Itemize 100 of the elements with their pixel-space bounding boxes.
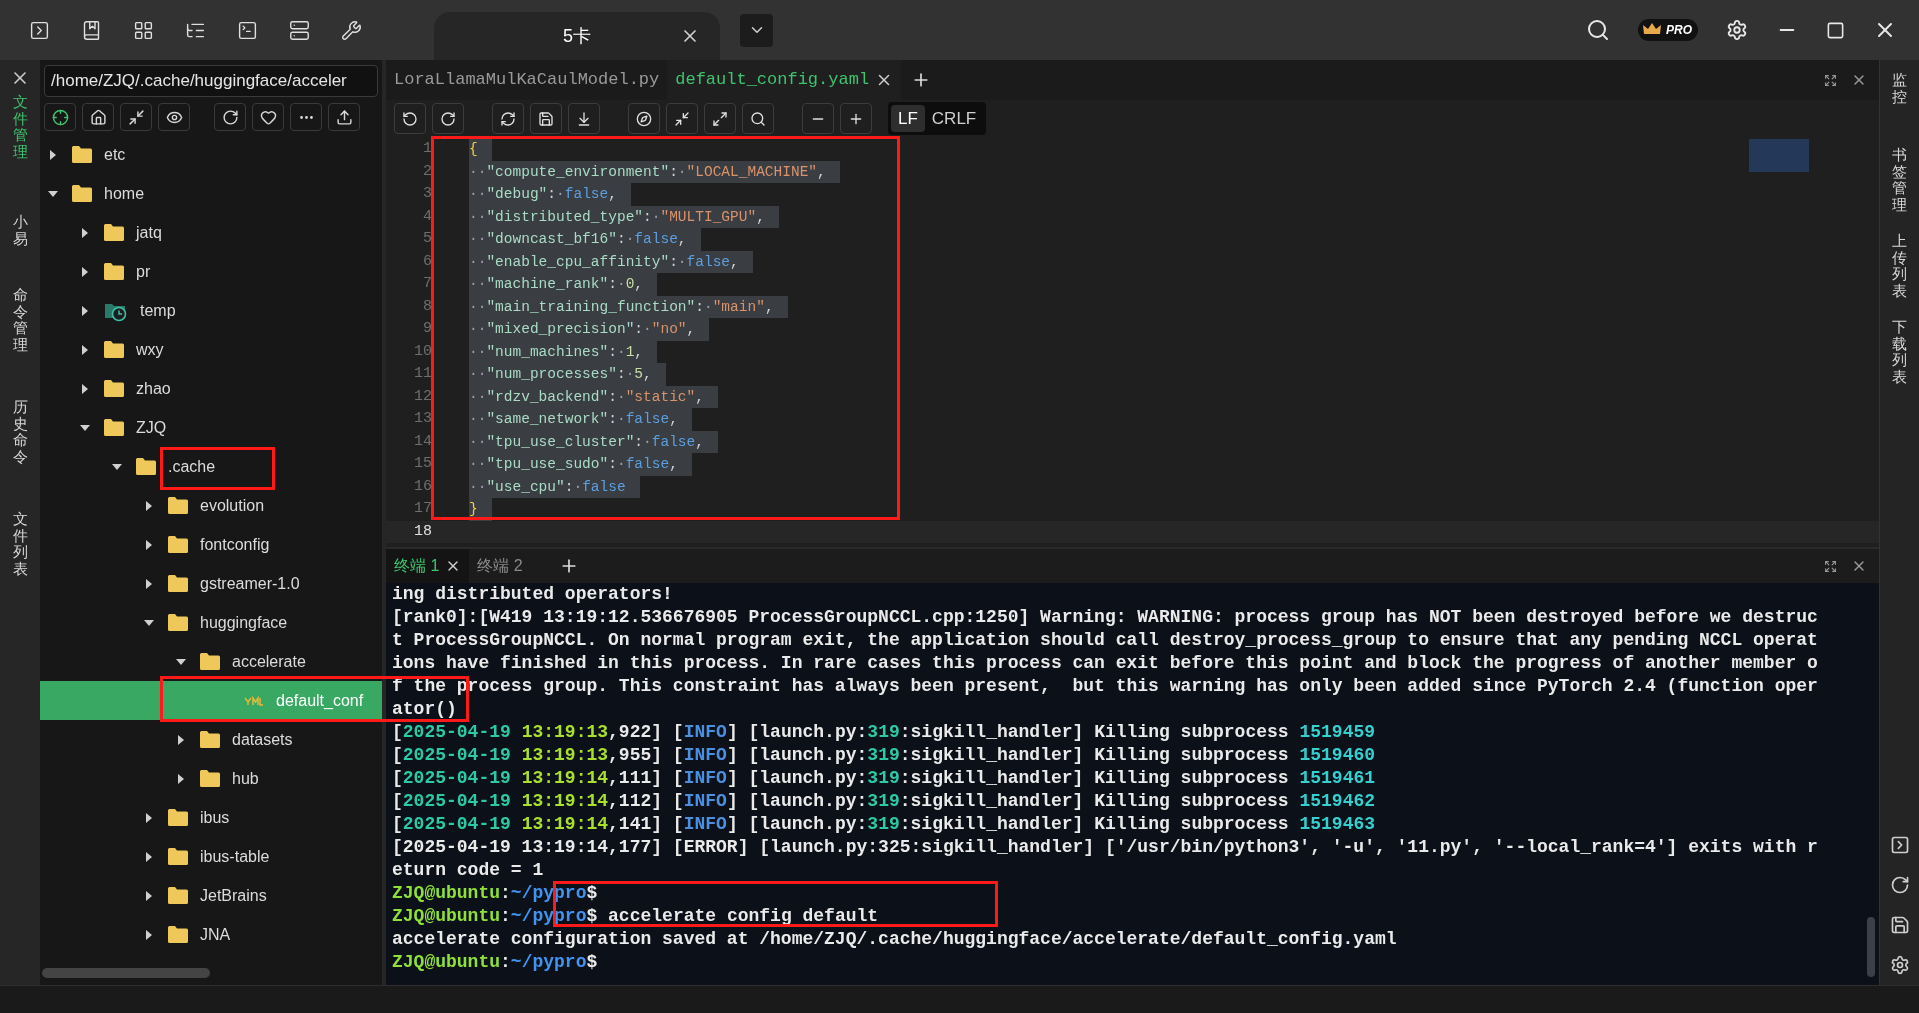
caret-right-icon[interactable] (144, 929, 154, 940)
shrink-button[interactable] (120, 103, 152, 131)
session-tab[interactable]: 5卡 (434, 12, 720, 60)
download-button[interactable] (568, 103, 600, 134)
refresh-button[interactable] (214, 103, 246, 131)
target-icon[interactable] (51, 108, 69, 126)
wrench-icon[interactable] (341, 19, 362, 41)
caret-down-icon[interactable] (176, 656, 186, 667)
enlarge-button[interactable] (704, 103, 736, 134)
caret-down-icon[interactable] (80, 422, 90, 433)
path-field[interactable]: /home/ZJQ/.cache/huggingface/acceler (44, 65, 378, 97)
book-icon[interactable] (81, 19, 102, 41)
more-button[interactable] (290, 103, 322, 131)
target-button[interactable] (44, 103, 76, 131)
tree-item[interactable]: ZJQ (40, 408, 382, 447)
tree-item[interactable]: accelerate (40, 642, 382, 681)
caret-right-icon[interactable] (80, 383, 90, 394)
favorite-button[interactable] (252, 103, 284, 131)
tree-item[interactable]: ibus (40, 798, 382, 837)
tree-item[interactable]: wxy (40, 330, 382, 369)
reload-icon[interactable] (500, 110, 516, 127)
refresh-icon[interactable] (221, 108, 239, 126)
tree-item[interactable]: gstreamer-1.0 (40, 564, 382, 603)
terminal-icon[interactable] (1889, 835, 1910, 855)
tree-item[interactable]: JetBrains (40, 876, 382, 915)
refresh-icon[interactable] (1889, 875, 1910, 895)
undo-icon[interactable] (402, 110, 418, 127)
tree-item[interactable]: ibus-table (40, 837, 382, 876)
tree-item[interactable]: zhao (40, 369, 382, 408)
upload-button[interactable] (328, 103, 360, 131)
rail-tab[interactable]: 小易 (12, 214, 28, 247)
rail-tab[interactable]: 文件列表 (12, 511, 28, 577)
expand-icon[interactable] (1824, 559, 1837, 573)
upload-icon[interactable] (335, 108, 353, 126)
settings-icon[interactable] (1726, 19, 1748, 41)
caret-right-icon[interactable] (80, 305, 90, 316)
search-icon[interactable] (1586, 18, 1610, 42)
pro-badge[interactable]: PRO (1638, 19, 1698, 41)
home-icon[interactable] (89, 108, 107, 126)
tree-item[interactable]: evolution (40, 486, 382, 525)
rail-tab[interactable]: 书签管理 (1892, 147, 1907, 213)
save-button[interactable] (530, 103, 562, 134)
shrink-icon[interactable] (674, 110, 690, 127)
tree-item[interactable]: pr (40, 252, 382, 291)
enlarge-icon[interactable] (712, 110, 728, 127)
caret-down-icon[interactable] (112, 461, 122, 472)
shrink-button[interactable] (666, 103, 698, 134)
caret-down-icon[interactable] (48, 188, 58, 199)
caret-right-icon[interactable] (144, 578, 154, 589)
caret-right-icon[interactable] (144, 812, 154, 823)
tree-item[interactable]: temp (40, 291, 382, 330)
caret-right-icon[interactable] (80, 227, 90, 238)
shrink-icon[interactable] (127, 108, 145, 126)
tree-item[interactable]: etc (40, 135, 382, 174)
line-ending-toggle[interactable]: CRLF (924, 105, 984, 132)
rail-tab[interactable]: 上传列表 (1892, 233, 1907, 299)
undo-button[interactable] (394, 103, 426, 134)
caret-right-icon[interactable] (80, 266, 90, 277)
caret-right-icon[interactable] (176, 773, 186, 784)
editor-tab[interactable]: LoraLlamaMulKaCaulModel.py (386, 60, 668, 100)
redo-button[interactable] (432, 103, 464, 134)
tree-item[interactable]: JNA (40, 915, 382, 954)
heart-icon[interactable] (259, 108, 277, 126)
caret-right-icon[interactable] (144, 539, 154, 550)
tree-item[interactable]: fontconfig (40, 525, 382, 564)
expand-icon[interactable] (1824, 73, 1837, 87)
reload-button[interactable] (492, 103, 524, 134)
terminal-tab[interactable]: 终端 2 (469, 549, 531, 583)
zoom-in-button[interactable] (840, 103, 872, 134)
grid-icon[interactable] (133, 19, 154, 41)
tree-item[interactable]: jatq (40, 213, 382, 252)
home-button[interactable] (82, 103, 114, 131)
maximize-icon[interactable] (1826, 20, 1845, 40)
terminal-icon[interactable] (237, 19, 258, 41)
line-ending-toggle[interactable]: LF (891, 105, 925, 132)
scrollbar-thumb[interactable] (1867, 917, 1875, 977)
terminal-tab[interactable]: 终端 1 (386, 549, 470, 583)
caret-right-icon[interactable] (144, 500, 154, 511)
caret-right-icon[interactable] (48, 149, 58, 160)
rail-tab[interactable]: 文件管理 (12, 94, 28, 160)
save-icon[interactable] (538, 110, 554, 127)
rail-tab[interactable]: 命令管理 (12, 287, 28, 353)
redo-icon[interactable] (440, 110, 456, 127)
settings-icon[interactable] (1889, 955, 1910, 975)
caret-right-icon[interactable] (176, 734, 186, 745)
tree-item[interactable]: hub (40, 759, 382, 798)
tree-item[interactable]: huggingface (40, 603, 382, 642)
server-icon[interactable] (289, 19, 310, 41)
search-button[interactable] (742, 103, 774, 134)
caret-right-icon[interactable] (80, 344, 90, 355)
tree-item[interactable]: .cache (40, 447, 382, 486)
eye-button[interactable] (158, 103, 190, 131)
editor-tab[interactable]: default_config.yaml (667, 60, 902, 100)
search-icon[interactable] (750, 110, 766, 127)
tree-item[interactable]: datasets (40, 720, 382, 759)
compass-button[interactable] (628, 103, 660, 134)
tree-item[interactable]: home (40, 174, 382, 213)
save-icon[interactable] (1889, 915, 1910, 935)
compass-icon[interactable] (636, 110, 652, 127)
rail-tab[interactable]: 监控 (1892, 72, 1907, 105)
